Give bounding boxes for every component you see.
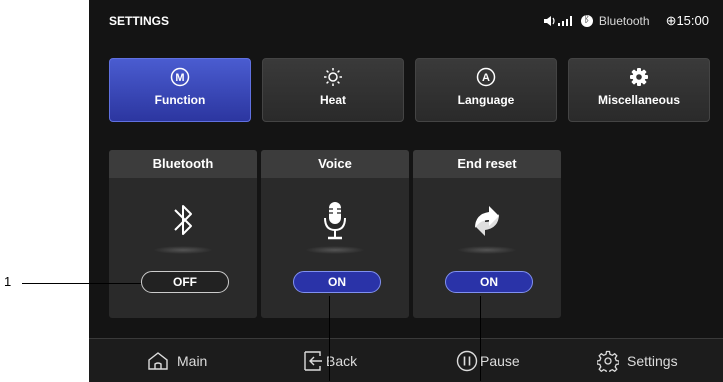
bottom-nav-bar: Main Back Pause Settings bbox=[89, 338, 723, 382]
nav-label: Settings bbox=[627, 352, 678, 369]
settings-icon bbox=[597, 350, 619, 372]
tab-label: Miscellaneous bbox=[597, 93, 681, 107]
microphone-icon bbox=[324, 202, 346, 240]
card-end-reset: End reset ON bbox=[413, 150, 561, 318]
nav-settings[interactable]: Settings bbox=[597, 339, 678, 382]
bluetooth-status-icon bbox=[580, 14, 593, 27]
sun-icon bbox=[324, 68, 342, 86]
clock: ⊕15:00 bbox=[665, 13, 709, 28]
nav-label: Back bbox=[326, 352, 358, 369]
reset-icon bbox=[475, 206, 499, 236]
callout-line-voice bbox=[329, 296, 330, 381]
callout-line-bluetooth bbox=[22, 283, 141, 284]
tab-function[interactable]: M Function bbox=[109, 58, 251, 122]
screen-title: SETTINGS bbox=[109, 14, 170, 28]
settings-tabs: M Function Heat A Language Miscellaneous bbox=[109, 58, 710, 122]
gear-icon bbox=[630, 68, 648, 86]
card-bluetooth: Bluetooth OFF bbox=[109, 150, 257, 318]
icon-glow bbox=[305, 246, 365, 254]
nav-label: Pause bbox=[480, 352, 520, 369]
end-reset-toggle[interactable]: ON bbox=[445, 271, 533, 293]
status-indicators: Bluetooth ⊕15:00 bbox=[543, 13, 709, 29]
pause-icon bbox=[456, 350, 478, 371]
nav-pause[interactable]: Pause bbox=[456, 339, 520, 382]
tab-language[interactable]: A Language bbox=[415, 58, 557, 122]
back-icon bbox=[304, 350, 322, 371]
callout-line-end-reset bbox=[480, 296, 481, 381]
card-title: Bluetooth bbox=[109, 150, 257, 178]
home-icon bbox=[148, 351, 168, 370]
tab-heat[interactable]: Heat bbox=[262, 58, 404, 122]
tab-label: Function bbox=[154, 93, 206, 107]
callout-number: 1 bbox=[4, 274, 12, 289]
status-bar: SETTINGS Bluetooth ⊕15:00 bbox=[89, 0, 723, 44]
language-icon: A bbox=[476, 67, 496, 87]
volume-signal-icon bbox=[543, 16, 572, 26]
svg-text:A: A bbox=[482, 72, 490, 84]
card-title: End reset bbox=[413, 150, 561, 178]
bluetooth-status-label: Bluetooth bbox=[598, 14, 650, 28]
card-title: Voice bbox=[261, 150, 409, 178]
function-icon: M bbox=[170, 67, 190, 87]
bluetooth-toggle[interactable]: OFF bbox=[141, 271, 229, 293]
svg-text:M: M bbox=[175, 72, 184, 84]
device-screen: SETTINGS Bluetooth ⊕15:00 M Function bbox=[89, 0, 723, 382]
tab-label: Heat bbox=[319, 93, 346, 107]
tab-label: Language bbox=[457, 93, 515, 107]
nav-label: Main bbox=[177, 352, 208, 369]
tab-miscellaneous[interactable]: Miscellaneous bbox=[568, 58, 710, 122]
icon-glow bbox=[457, 246, 517, 254]
voice-toggle[interactable]: ON bbox=[293, 271, 381, 293]
bluetooth-icon bbox=[174, 205, 192, 235]
card-voice: Voice ON bbox=[261, 150, 409, 318]
function-cards: Bluetooth OFF Voice ON End reset ON bbox=[109, 150, 709, 320]
nav-main[interactable]: Main bbox=[147, 339, 207, 382]
icon-glow bbox=[153, 246, 213, 254]
